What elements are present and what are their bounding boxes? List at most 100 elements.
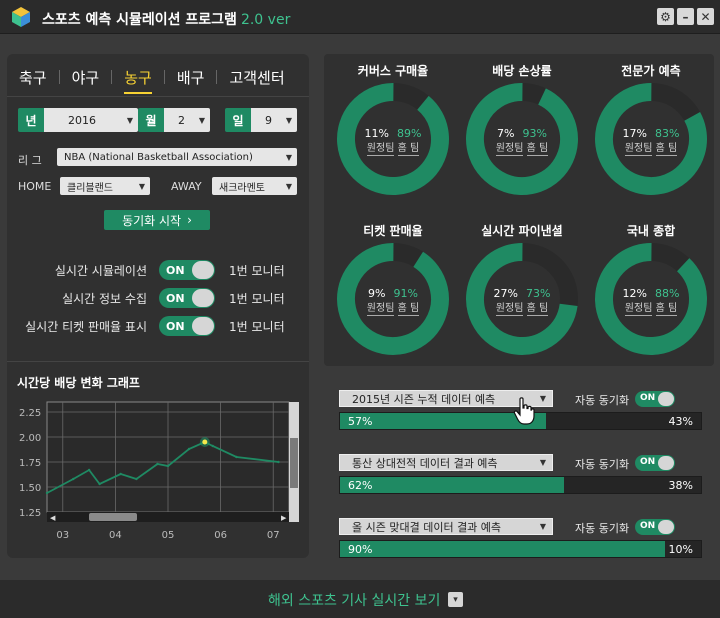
sync-start-button[interactable]: 동기화 시작 ›	[104, 210, 210, 230]
donut-title: 티켓 판매율	[363, 224, 423, 238]
away-label: 원정팀	[495, 143, 524, 156]
toggle-row: 실시간 정보 수집 ON 1번 모니터	[7, 287, 309, 309]
data-point	[45, 491, 49, 495]
prediction-progress-bar: 90% 10%	[339, 540, 702, 558]
prediction-select-label: 2015년 시즌 누적 데이터 예측	[352, 392, 496, 406]
prediction-select[interactable]: 올 시즌 맞대결 데이터 결과 예측 ▼	[339, 518, 553, 535]
data-point	[211, 444, 214, 448]
toggle-knob[interactable]	[192, 261, 214, 279]
prediction-progress-bar: 62% 38%	[339, 476, 702, 494]
auto-sync-toggle[interactable]: ON	[635, 391, 675, 407]
prediction-row: 올 시즌 맞대결 데이터 결과 예측 ▼ 자동 동기화 ON 90% 10%	[339, 518, 702, 564]
sport-tab[interactable]: 야구	[60, 67, 112, 88]
chevron-down-icon: ▼	[138, 181, 145, 191]
away-label: AWAY	[171, 180, 202, 193]
app-title-text: 스포츠 예측 시뮬레이션 프로그램	[42, 12, 237, 28]
prediction-right-percent: 43%	[668, 415, 693, 428]
toggle-knob[interactable]	[192, 289, 214, 307]
month-select[interactable]: 월 2 ▼	[138, 108, 210, 132]
minimize-button[interactable]: –	[677, 8, 694, 25]
sport-tab[interactable]: 고객센터	[217, 67, 296, 88]
chevron-down-icon[interactable]: ▾	[448, 592, 463, 607]
settings-icon[interactable]: ⚙	[657, 8, 674, 25]
day-value: 9	[265, 113, 272, 127]
y-tick-label: 2.00	[19, 433, 41, 444]
toggle-knob[interactable]	[658, 392, 674, 406]
chevron-down-icon: ▼	[285, 152, 292, 162]
y-tick-label: 1.75	[19, 458, 41, 469]
toggle-switch[interactable]: ON	[159, 260, 215, 280]
data-point	[187, 447, 191, 451]
auto-sync-label: 자동 동기화	[575, 394, 630, 407]
away-label: 원정팀	[366, 143, 395, 156]
prediction-row: 통산 상대전적 데이터 결과 예측 ▼ 자동 동기화 ON 62% 38%	[339, 454, 702, 500]
league-select[interactable]: NBA (National Basketball Association) ▼	[57, 148, 297, 166]
toggle-knob[interactable]	[658, 456, 674, 470]
scroll-left-icon[interactable]: ◀	[50, 514, 56, 522]
league-label: 리 그	[18, 154, 42, 167]
toggle-label: 실시간 시뮬레이션	[54, 264, 147, 278]
monitor-label: 1번 모니터	[229, 320, 285, 334]
home-label: 홈 팀	[655, 303, 678, 316]
toggle-row: 실시간 티켓 판매율 표시 ON 1번 모니터	[7, 315, 309, 337]
toggle-state: ON	[640, 393, 656, 403]
toggle-switch[interactable]: ON	[159, 288, 215, 308]
prediction-select-label: 통산 상대전적 데이터 결과 예측	[352, 456, 498, 470]
toggle-label: 실시간 정보 수집	[62, 292, 147, 306]
home-label: 홈 팀	[526, 143, 549, 156]
prediction-left-percent: 62%	[348, 479, 373, 492]
auto-sync-label: 자동 동기화	[575, 458, 630, 471]
data-point	[87, 468, 91, 472]
away-team-select[interactable]: 새크라멘토 ▼	[212, 177, 297, 195]
toggle-knob[interactable]	[658, 520, 674, 534]
prediction-left-percent: 90%	[348, 543, 373, 556]
donut-chart: 국내 종합 12% 88% 원정팀 홈 팀	[586, 214, 716, 364]
chevron-down-icon: ▼	[198, 115, 205, 125]
donut-title: 전문가 예측	[621, 64, 681, 78]
prediction-progress-fill	[340, 541, 665, 557]
toggle-switch[interactable]: ON	[159, 316, 215, 336]
league-value: NBA (National Basketball Association)	[64, 151, 253, 163]
data-point	[277, 460, 280, 464]
month-value-box[interactable]: 2 ▼	[164, 108, 210, 132]
x-tick-label: 05	[162, 530, 175, 541]
chevron-down-icon: ▼	[539, 458, 546, 467]
year-value: 2016	[68, 113, 96, 127]
home-team-select[interactable]: 클리블랜드 ▼	[60, 177, 150, 195]
vertical-scroll-thumb[interactable]	[290, 438, 298, 488]
highlight-point[interactable]	[202, 439, 208, 445]
data-point	[72, 477, 75, 481]
donut-legend: 원정팀 홈 팀	[457, 299, 587, 316]
auto-sync-toggle[interactable]: ON	[635, 455, 675, 471]
chevron-right-icon: ›	[187, 213, 192, 227]
app-title: 스포츠 예측 시뮬레이션 프로그램 2.0 ver	[42, 9, 290, 29]
away-label: 원정팀	[624, 303, 653, 316]
monitor-label: 1번 모니터	[229, 292, 285, 306]
sport-tab[interactable]: 축구	[7, 67, 59, 88]
app-logo-icon	[12, 7, 30, 27]
toggle-state: ON	[166, 320, 185, 333]
overseas-news-link[interactable]: 해외 스포츠 기사 실시간 보기	[268, 590, 440, 610]
toggle-state: ON	[166, 292, 185, 305]
year-value-box[interactable]: 2016 ▼	[44, 108, 138, 132]
prediction-left-percent: 57%	[348, 415, 373, 428]
day-select[interactable]: 일 9 ▼	[225, 108, 297, 132]
sport-tab[interactable]: 농구	[112, 67, 164, 94]
horizontal-scroll-thumb[interactable]	[89, 513, 137, 521]
auto-sync-label: 자동 동기화	[575, 522, 630, 535]
toggle-knob[interactable]	[192, 317, 214, 335]
close-button[interactable]: ✕	[697, 8, 714, 25]
x-tick-label: 07	[267, 530, 280, 541]
sync-start-label: 동기화 시작	[122, 213, 182, 228]
horizontal-scrollbar[interactable]	[47, 512, 289, 522]
sport-tab[interactable]: 배구	[165, 67, 217, 88]
auto-sync-toggle[interactable]: ON	[635, 519, 675, 535]
y-tick-label: 1.25	[19, 508, 41, 519]
prediction-select[interactable]: 통산 상대전적 데이터 결과 예측 ▼	[339, 454, 553, 471]
donut-chart: 커버스 구매율 11% 89% 원정팀 홈 팀	[328, 54, 458, 204]
year-select[interactable]: 년 2016 ▼	[18, 108, 138, 132]
scroll-right-icon[interactable]: ▶	[281, 514, 287, 522]
day-label: 일	[225, 108, 251, 132]
day-value-box[interactable]: 9 ▼	[251, 108, 297, 132]
footer-bar: 해외 스포츠 기사 실시간 보기 ▾	[0, 580, 720, 618]
